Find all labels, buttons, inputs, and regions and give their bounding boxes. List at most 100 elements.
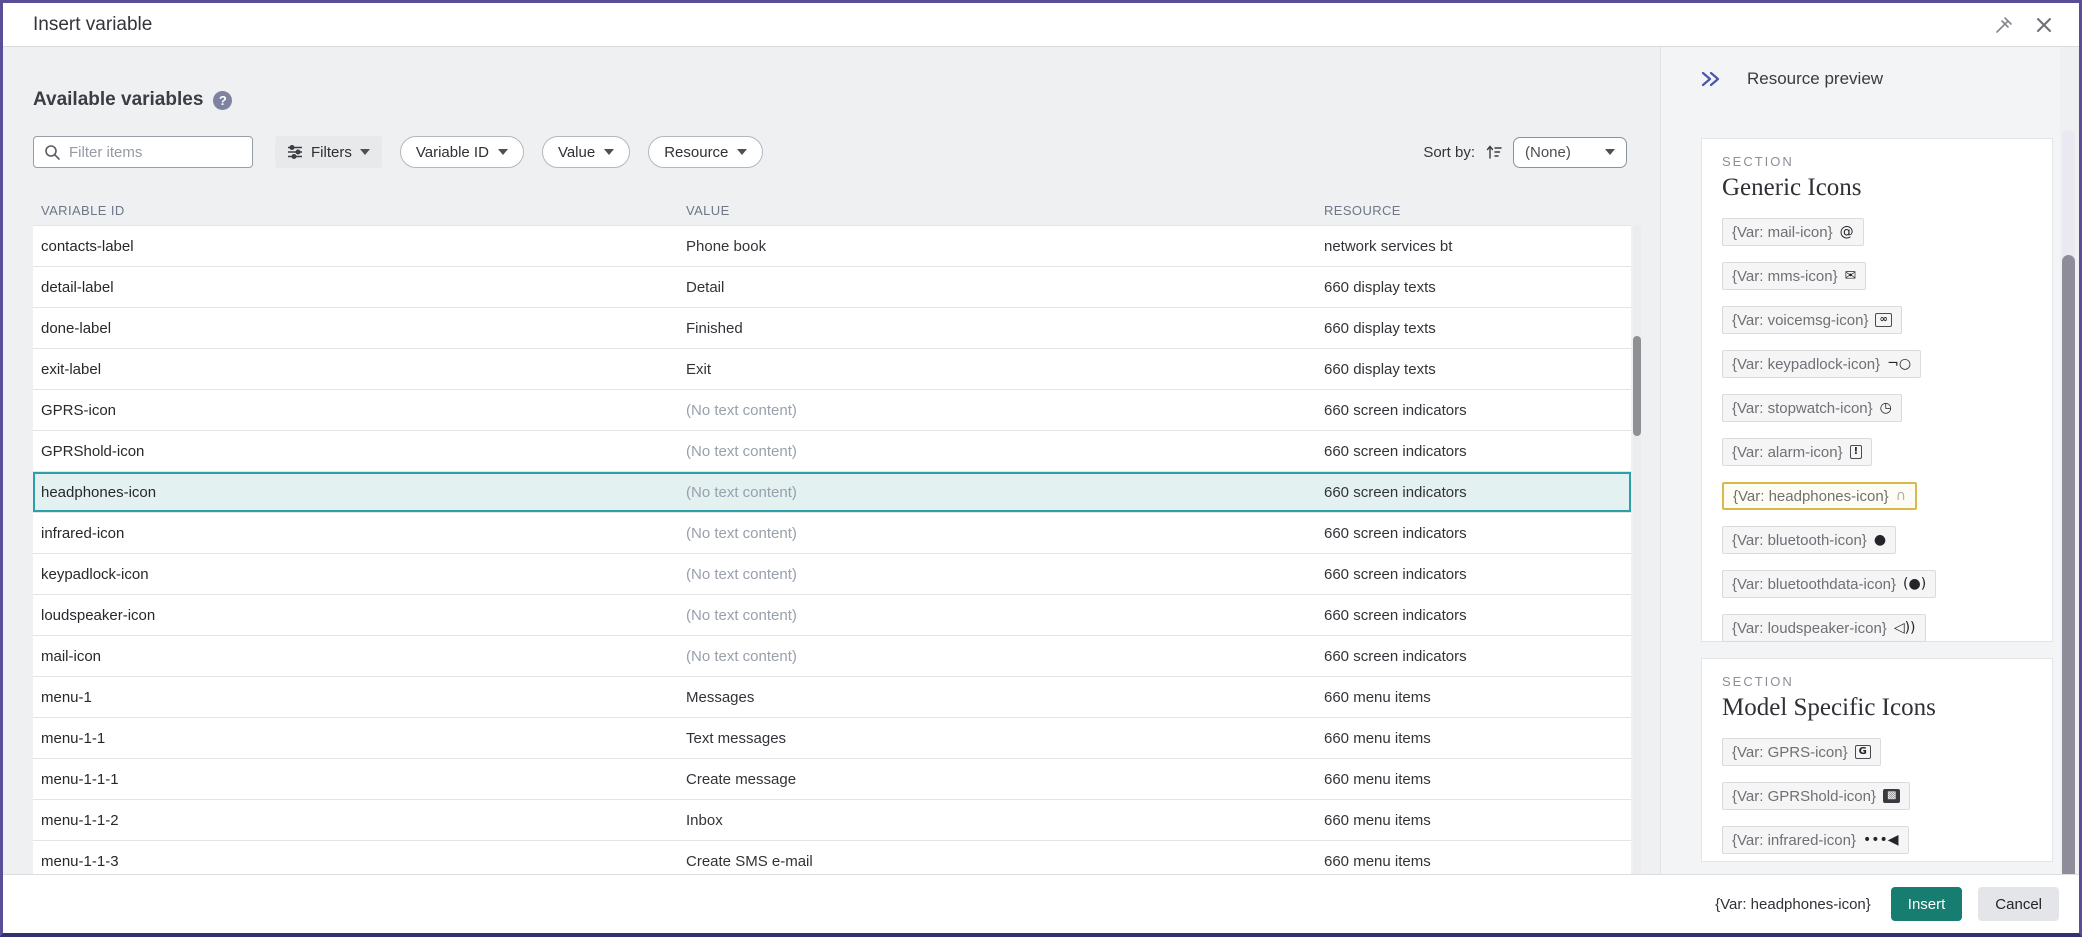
table-row[interactable]: infrared-icon(No text content)660 screen…: [33, 513, 1631, 554]
sort-select-value: (None): [1525, 144, 1597, 161]
resource-preview-header: Resource preview: [1699, 69, 1883, 89]
cell-variable-id: menu-1-1-3: [41, 853, 686, 870]
variable-chip-keypadlock-icon[interactable]: {Var: keypadlock-icon} ¬○: [1722, 350, 1921, 378]
bluetooth-icon: ●: [1874, 533, 1886, 547]
panel-scrollbar-thumb[interactable]: [2062, 255, 2075, 895]
bluetoothdata-icon: (●): [1903, 577, 1926, 591]
cell-variable-id: detail-label: [41, 279, 686, 296]
chip-label: {Var: mms-icon}: [1732, 268, 1838, 285]
variable-chip-GPRS-icon[interactable]: {Var: GPRS-icon}G: [1722, 738, 1881, 766]
variable-chip-stopwatch-icon[interactable]: {Var: stopwatch-icon}◷: [1722, 394, 1902, 422]
dialog-titlebar: Insert variable: [3, 3, 2079, 47]
search-box[interactable]: [33, 136, 253, 168]
voicemsg-icon: ∞: [1875, 313, 1891, 327]
table-row[interactable]: menu-1Messages660 menu items: [33, 677, 1631, 718]
chip-list: {Var: GPRS-icon}G{Var: GPRShold-icon}▩{V…: [1722, 738, 2032, 854]
section-title: Model Specific Icons: [1722, 694, 2032, 722]
insert-variable-dialog: Insert variable Available variables ?: [0, 0, 2082, 937]
help-icon[interactable]: ?: [213, 91, 232, 110]
table-row[interactable]: headphones-icon(No text content)660 scre…: [33, 472, 1631, 513]
section-label: SECTION: [1722, 674, 2032, 689]
table-row[interactable]: done-labelFinished660 display texts: [33, 308, 1631, 349]
variable-chip-bluetoothdata-icon[interactable]: {Var: bluetoothdata-icon} (●): [1722, 570, 1936, 598]
search-input[interactable]: [69, 144, 268, 161]
pin-icon[interactable]: [1991, 12, 2017, 38]
cell-resource: 660 display texts: [1324, 320, 1623, 337]
preview-section-generic-icons: SECTIONGeneric Icons{Var: mail-icon}@{Va…: [1701, 138, 2053, 642]
chevron-down-icon: [604, 149, 614, 155]
cell-resource: 660 menu items: [1324, 853, 1623, 870]
loudspeaker-icon: ◁)): [1894, 621, 1916, 635]
resource-preview-panel: Resource preview SECTION Generic Icons {Va…: [1660, 47, 2060, 874]
cell-variable-id: mail-icon: [41, 648, 686, 665]
selected-variable-label: {Var: headphones-icon}: [1715, 896, 1871, 913]
sort-by-label: Sort by:: [1423, 144, 1475, 161]
chip-label: {Var: bluetoothdata-icon}: [1732, 576, 1896, 593]
chevron-down-icon: [1605, 149, 1615, 155]
table-scrollbar-thumb[interactable]: [1633, 336, 1641, 436]
pill-label: Value: [558, 144, 595, 161]
filters-icon: [287, 144, 303, 160]
chip-label: {Var: alarm-icon}: [1732, 444, 1843, 461]
filter-toolbar: Filters Variable ID Value Resource Sort …: [33, 136, 1627, 168]
insert-button[interactable]: Insert: [1891, 887, 1963, 921]
table-row[interactable]: keypadlock-icon(No text content)660 scre…: [33, 554, 1631, 595]
filter-pill-resource[interactable]: Resource: [648, 136, 763, 168]
cell-variable-id: keypadlock-icon: [41, 566, 686, 583]
chevron-down-icon: [498, 149, 508, 155]
section-title: Generic Icons: [1722, 174, 2032, 202]
close-icon[interactable]: [2031, 12, 2057, 38]
dialog-footer: {Var: headphones-icon} Insert Cancel: [3, 874, 2079, 933]
variable-chip-GPRShold-icon[interactable]: {Var: GPRShold-icon}▩: [1722, 782, 1910, 810]
collapse-panel-icon[interactable]: [1699, 69, 1723, 89]
cell-variable-id: menu-1-1-2: [41, 812, 686, 829]
filter-pill-variable-id[interactable]: Variable ID: [400, 136, 524, 168]
panel-scrollbar-track: [2062, 130, 2075, 896]
table-row[interactable]: GPRShold-icon(No text content)660 screen…: [33, 431, 1631, 472]
table-body: contacts-labelPhone booknetwork services…: [33, 225, 1631, 881]
variable-chip-infrared-icon[interactable]: {Var: infrared-icon}•••◀: [1722, 826, 1909, 854]
chip-label: {Var: headphones-icon}: [1733, 488, 1889, 505]
available-variables-heading: Available variables ?: [33, 89, 232, 111]
variable-chip-headphones-icon[interactable]: {Var: headphones-icon}∩: [1722, 482, 1917, 510]
cell-resource: 660 screen indicators: [1324, 566, 1623, 583]
variable-chip-loudspeaker-icon[interactable]: {Var: loudspeaker-icon}◁)): [1722, 614, 1926, 642]
cell-variable-id: menu-1-1: [41, 730, 686, 747]
GPRS-icon: G: [1855, 745, 1871, 759]
cell-resource: 660 display texts: [1324, 279, 1623, 296]
table-row[interactable]: contacts-labelPhone booknetwork services…: [33, 226, 1631, 267]
cell-value: Text messages: [686, 730, 1324, 747]
column-header-value: VALUE: [686, 203, 1324, 218]
variable-chip-mms-icon[interactable]: {Var: mms-icon}✉: [1722, 262, 1866, 290]
table-row[interactable]: loudspeaker-icon(No text content)660 scr…: [33, 595, 1631, 636]
table-header: VARIABLE ID VALUE RESOURCE: [33, 195, 1631, 225]
table-row[interactable]: menu-1-1-2Inbox660 menu items: [33, 800, 1631, 841]
cell-value: Messages: [686, 689, 1324, 706]
variable-chip-mail-icon[interactable]: {Var: mail-icon}@: [1722, 218, 1864, 246]
filter-pill-value[interactable]: Value: [542, 136, 630, 168]
sort-select[interactable]: (None): [1513, 137, 1627, 168]
chip-label: {Var: keypadlock-icon}: [1732, 356, 1880, 373]
table-row[interactable]: mail-icon(No text content)660 screen ind…: [33, 636, 1631, 677]
table-row[interactable]: detail-labelDetail660 display texts: [33, 267, 1631, 308]
cell-resource: network services bt: [1324, 238, 1623, 255]
table-row[interactable]: exit-labelExit660 display texts: [33, 349, 1631, 390]
table-row[interactable]: menu-1-1Text messages660 menu items: [33, 718, 1631, 759]
chip-label: {Var: GPRShold-icon}: [1732, 788, 1876, 805]
cell-resource: 660 menu items: [1324, 812, 1623, 829]
keypadlock-icon: ¬○: [1887, 357, 1911, 371]
cancel-button[interactable]: Cancel: [1978, 887, 2059, 921]
variable-chip-alarm-icon[interactable]: {Var: alarm-icon}!: [1722, 438, 1872, 466]
table-row[interactable]: GPRS-icon(No text content)660 screen ind…: [33, 390, 1631, 431]
alarm-icon: !: [1850, 445, 1863, 459]
sort-order-icon[interactable]: [1485, 143, 1503, 161]
variable-chip-voicemsg-icon[interactable]: {Var: voicemsg-icon}∞: [1722, 306, 1902, 334]
cell-variable-id: menu-1-1-1: [41, 771, 686, 788]
resource-preview-title: Resource preview: [1747, 69, 1883, 89]
table-row[interactable]: menu-1-1-1Create message660 menu items: [33, 759, 1631, 800]
chevron-down-icon: [360, 149, 370, 155]
variable-chip-bluetooth-icon[interactable]: {Var: bluetooth-icon}●: [1722, 526, 1896, 554]
cell-value: (No text content): [686, 443, 1324, 460]
filters-button[interactable]: Filters: [275, 136, 382, 168]
cell-resource: 660 screen indicators: [1324, 648, 1623, 665]
